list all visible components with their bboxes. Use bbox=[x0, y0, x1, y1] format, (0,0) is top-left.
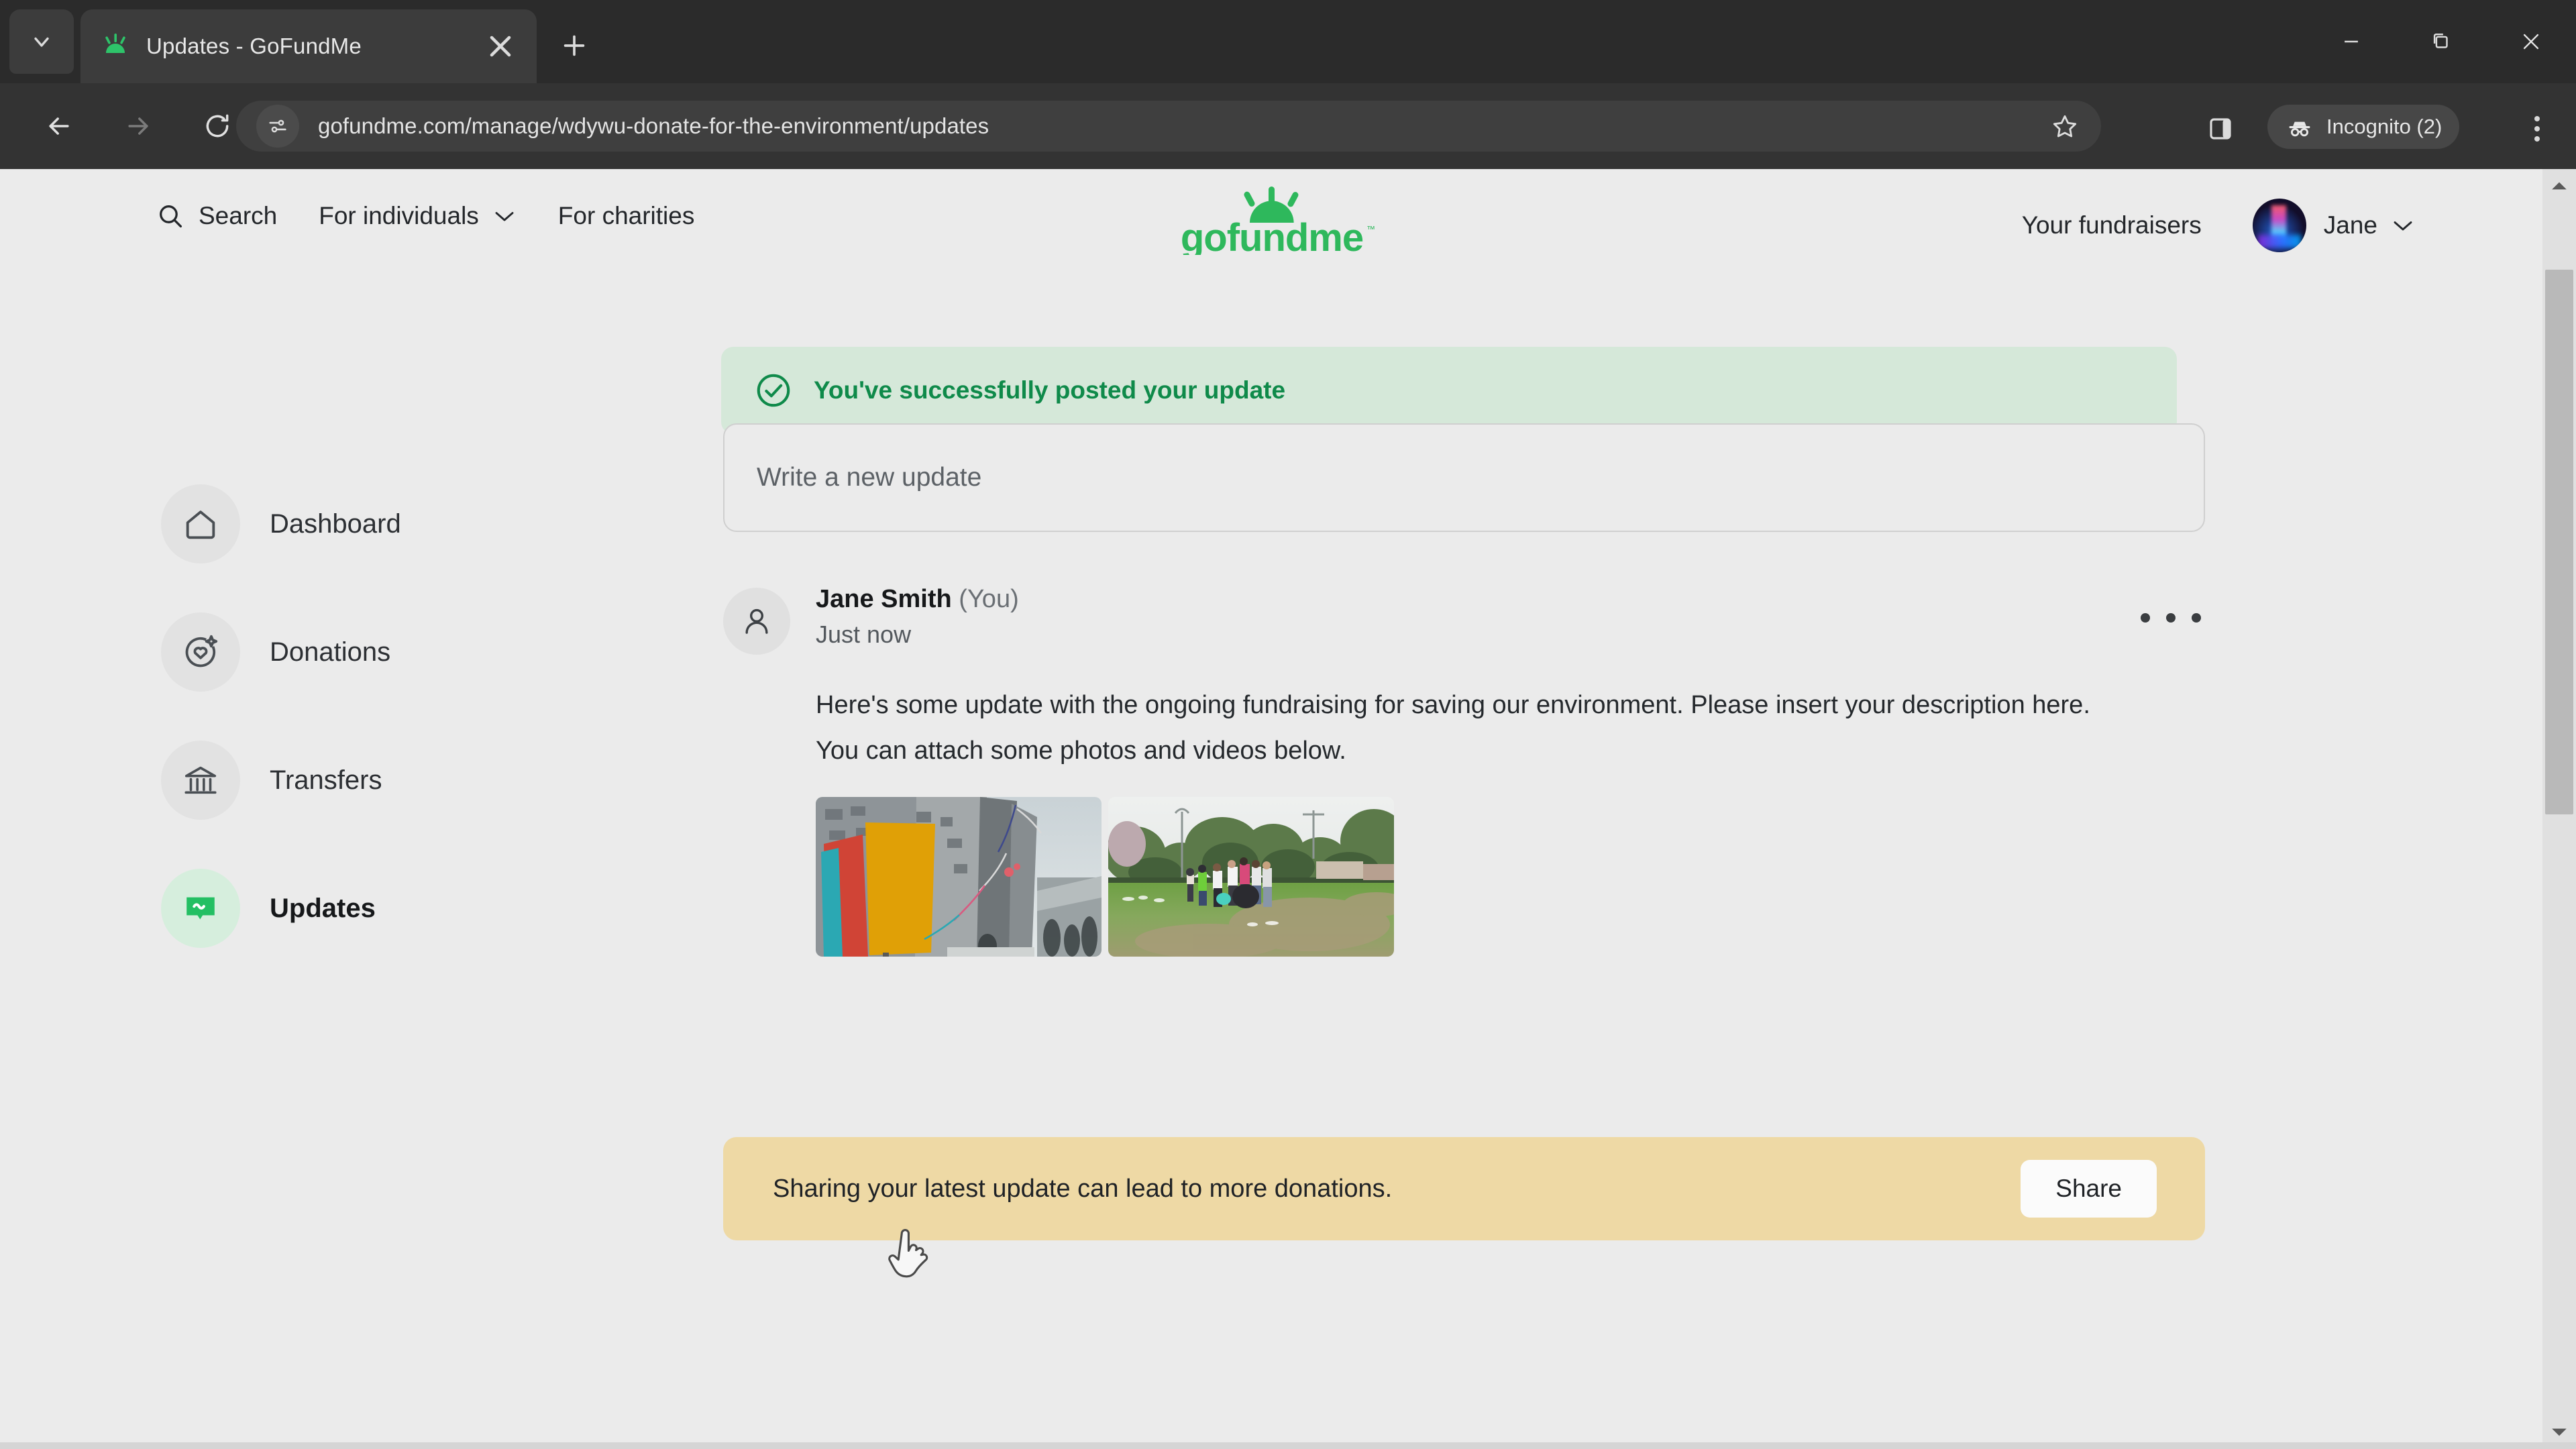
nav-for-charities-label: For charities bbox=[557, 202, 695, 229]
address-bar[interactable]: gofundme.com/manage/wdywu-donate-for-the… bbox=[236, 101, 2101, 152]
restore-button[interactable] bbox=[2396, 0, 2486, 83]
post-more-options-button[interactable] bbox=[2141, 600, 2201, 636]
search-icon bbox=[160, 205, 182, 228]
post-media-thumbnail[interactable] bbox=[816, 797, 1102, 957]
check-circle-icon bbox=[753, 370, 794, 411]
share-button[interactable]: Share bbox=[2021, 1160, 2157, 1218]
side-panel-button[interactable] bbox=[2200, 109, 2241, 149]
minimize-button[interactable] bbox=[2306, 0, 2396, 83]
page-scrollbar[interactable] bbox=[2542, 169, 2576, 1449]
page-viewport: Search For individuals For charities gof… bbox=[0, 169, 2576, 1449]
post-paragraph: You can attach some photos and videos be… bbox=[816, 737, 1346, 765]
sidebar-item-donations[interactable]: Donations bbox=[161, 612, 577, 692]
share-banner-text: Sharing your latest update can lead to m… bbox=[773, 1174, 1393, 1203]
success-banner-text: You've successfully posted your update bbox=[814, 376, 1286, 404]
sidebar-item-transfers-label: Transfers bbox=[270, 765, 382, 795]
restore-icon bbox=[2433, 34, 2448, 48]
sidebar-item-dashboard[interactable]: Dashboard bbox=[161, 484, 577, 564]
chevron-down-icon bbox=[492, 209, 517, 223]
sidebar-nav: Dashboard Donations Transfers Updates bbox=[161, 484, 577, 997]
sidebar-item-updates-label: Updates bbox=[270, 893, 376, 923]
incognito-icon bbox=[2289, 121, 2310, 137]
new-update-composer[interactable]: Write a new update bbox=[723, 423, 2205, 532]
incognito-profile-chip[interactable]: Incognito (2) bbox=[2267, 105, 2460, 149]
post-avatar bbox=[723, 588, 790, 655]
plus-icon bbox=[564, 35, 585, 56]
nav-for-individuals[interactable]: For individuals bbox=[319, 202, 517, 230]
bottom-strip bbox=[0, 1442, 2576, 1449]
post-author-suffix: (You) bbox=[959, 585, 1019, 613]
avatar bbox=[2252, 199, 2306, 252]
site-nav-left: Search For individuals For charities bbox=[156, 201, 694, 231]
window-controls bbox=[2306, 0, 2576, 83]
your-fundraisers-link[interactable]: Your fundraisers bbox=[2022, 211, 2202, 239]
scroll-up-button[interactable] bbox=[2542, 169, 2576, 203]
incognito-label: Incognito (2) bbox=[2326, 115, 2443, 138]
search-label: Search bbox=[199, 202, 278, 229]
post-timestamp: Just now bbox=[816, 621, 912, 648]
new-tab-button[interactable] bbox=[550, 21, 598, 70]
account-menu[interactable]: Jane bbox=[2252, 199, 2415, 252]
success-banner: You've successfully posted your update bbox=[721, 347, 2177, 434]
tab-title: Updates - GoFundMe bbox=[146, 34, 362, 58]
site-nav-right: Your fundraisers Jane bbox=[2022, 199, 2415, 252]
post-header: Jane Smith (You) Just now bbox=[723, 585, 2205, 672]
sidebar-item-dashboard-label: Dashboard bbox=[270, 508, 401, 539]
back-arrow-icon bbox=[49, 117, 69, 135]
scrollbar-thumb[interactable] bbox=[2545, 270, 2573, 814]
account-name: Jane bbox=[2323, 211, 2377, 239]
tab-search-button[interactable] bbox=[9, 9, 74, 74]
svg-text:™: ™ bbox=[1366, 224, 1375, 234]
nav-for-individuals-label: For individuals bbox=[319, 202, 479, 229]
post-author-name: Jane Smith bbox=[816, 585, 952, 613]
nav-for-charities[interactable]: For charities bbox=[558, 202, 695, 230]
post-body: Here's some update with the ongoing fund… bbox=[816, 686, 2205, 770]
side-panel-icon bbox=[2210, 118, 2231, 140]
bank-icon bbox=[161, 741, 240, 820]
post-media-gallery bbox=[816, 797, 2205, 957]
tab-strip: Updates - GoFundMe bbox=[0, 0, 2576, 83]
person-icon bbox=[745, 608, 768, 634]
browser-tab[interactable]: Updates - GoFundMe bbox=[80, 9, 537, 83]
gofundme-logo[interactable]: gofundme ™ bbox=[1161, 185, 1383, 255]
chevron-down-icon bbox=[2391, 218, 2415, 233]
chevron-down-icon bbox=[2552, 1428, 2567, 1436]
svg-text:gofundme: gofundme bbox=[1181, 216, 1363, 255]
heart-target-icon bbox=[161, 612, 240, 692]
home-icon bbox=[161, 484, 240, 564]
close-icon[interactable] bbox=[483, 29, 518, 64]
search-button[interactable]: Search bbox=[156, 201, 277, 231]
mouse-cursor-pointer bbox=[888, 1229, 928, 1278]
chevron-up-icon bbox=[2552, 182, 2567, 190]
bookmark-star-icon[interactable] bbox=[2047, 109, 2082, 144]
chevron-down-icon bbox=[34, 37, 49, 47]
post-meta: Jane Smith (You) Just now bbox=[816, 585, 1019, 649]
post-paragraph: Here's some update with the ongoing fund… bbox=[816, 691, 2090, 719]
composer-placeholder: Write a new update bbox=[757, 463, 982, 492]
minimize-icon bbox=[2345, 40, 2358, 43]
update-post: Jane Smith (You) Just now Here's some up… bbox=[723, 585, 2205, 957]
browser-toolbar: gofundme.com/manage/wdywu-donate-for-the… bbox=[0, 83, 2576, 169]
browser-chrome: Updates - GoFundMe gofundme.com/manage/w… bbox=[0, 0, 2576, 169]
share-banner: Sharing your latest update can lead to m… bbox=[723, 1137, 2205, 1240]
gofundme-wordmark-icon: gofundme ™ bbox=[1181, 186, 1375, 255]
forward-arrow-icon bbox=[128, 117, 148, 135]
sidebar-item-updates[interactable]: Updates bbox=[161, 869, 577, 948]
post-author: Jane Smith (You) bbox=[816, 585, 1019, 614]
reload-icon bbox=[206, 114, 229, 138]
site-header: Search For individuals For charities gof… bbox=[0, 169, 2549, 260]
close-icon bbox=[2523, 34, 2539, 50]
speech-bubble-icon bbox=[161, 869, 240, 948]
forward-button[interactable] bbox=[102, 90, 174, 162]
browser-menu-button[interactable] bbox=[2520, 109, 2555, 149]
url-text: gofundme.com/manage/wdywu-donate-for-the… bbox=[318, 113, 989, 138]
gofundme-flame-icon bbox=[99, 30, 131, 62]
close-window-button[interactable] bbox=[2486, 0, 2576, 83]
site-settings-icon[interactable] bbox=[256, 105, 299, 148]
post-media-thumbnail[interactable] bbox=[1108, 797, 1394, 957]
back-button[interactable] bbox=[23, 90, 95, 162]
sidebar-item-donations-label: Donations bbox=[270, 637, 391, 667]
sidebar-item-transfers[interactable]: Transfers bbox=[161, 741, 577, 820]
